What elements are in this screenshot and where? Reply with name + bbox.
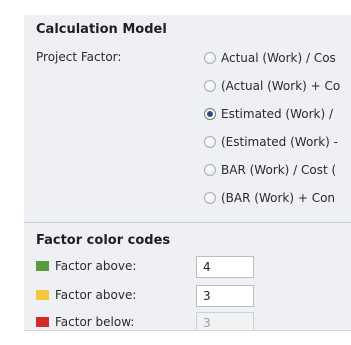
factor-color-codes-title: Factor color codes [36,233,171,248]
factor-above-yellow-row: Factor above: [36,284,136,306]
radio-option-estimated-work-divided[interactable]: Estimated (Work) / [204,105,333,123]
radio-option-bar-work-plus-cost[interactable]: (BAR (Work) + Con [204,189,335,207]
factor-below-red-row: Factor below: [36,311,135,330]
radio-button-checked-icon[interactable] [204,108,216,120]
radio-option-label: (Actual (Work) + Co [221,79,341,93]
radio-option-label: Estimated (Work) / [221,107,334,121]
radio-button-icon[interactable] [204,80,216,92]
factor-row-label: Factor below: [55,315,135,329]
radio-option-estimated-work-plus[interactable]: (Estimated (Work) - [204,133,338,151]
radio-option-bar-work-divided-cost[interactable]: BAR (Work) / Cost ( [204,161,336,179]
radio-option-actual-work-plus-cost[interactable]: (Actual (Work) + Co [204,77,340,95]
calculation-model-title: Calculation Model [36,22,167,37]
radio-option-actual-work-divided-cost[interactable]: Actual (Work) / Cos [204,49,336,67]
factor-above-green-row: Factor above: [36,255,136,277]
radio-button-icon[interactable] [204,192,216,204]
factor-row-label: Factor above: [55,259,137,273]
radio-option-label: Actual (Work) / Cos [221,51,336,65]
radio-option-label: (BAR (Work) + Con [221,191,336,205]
radio-button-icon[interactable] [204,52,216,64]
radio-button-icon[interactable] [204,136,216,148]
radio-option-label: (Estimated (Work) - [221,135,339,149]
factor-row-label: Factor above: [55,288,137,302]
radio-button-icon[interactable] [204,164,216,176]
factor-above-green-input[interactable]: 4 [196,256,254,278]
factor-below-red-input: 3 [196,312,254,330]
red-color-swatch [36,317,49,327]
section-divider [24,222,351,223]
project-factor-label: Project Factor: [36,50,122,64]
settings-panel: Calculation Model Project Factor: Actual… [24,15,351,331]
factor-above-yellow-input[interactable]: 3 [196,285,254,307]
radio-option-label: BAR (Work) / Cost ( [221,163,337,177]
green-color-swatch [36,261,49,271]
yellow-color-swatch [36,290,49,300]
